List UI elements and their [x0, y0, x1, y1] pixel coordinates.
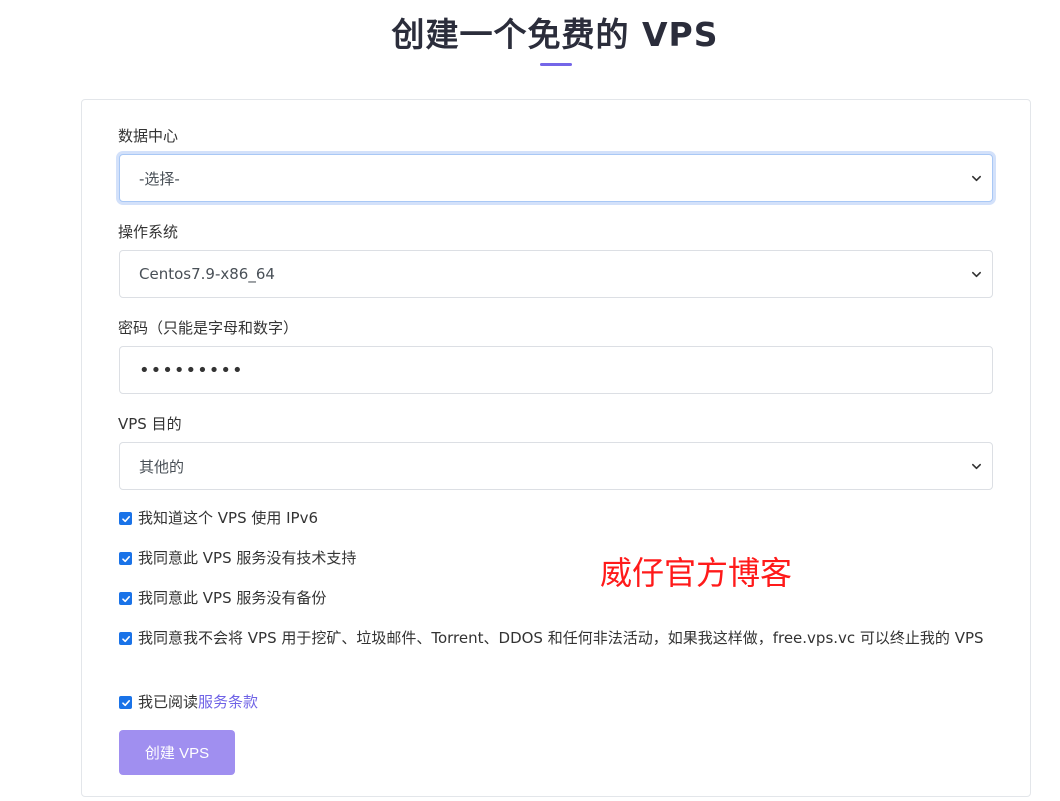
checkbox-no-backup[interactable] [119, 592, 132, 605]
check-icon [121, 555, 130, 562]
checkbox-row-terms: 我已阅读 服务条款 [119, 690, 999, 714]
chevron-down-icon [964, 251, 988, 297]
check-icon [121, 699, 130, 706]
os-label: 操作系统 [118, 223, 179, 241]
check-icon [121, 595, 130, 602]
terms-link[interactable]: 服务条款 [198, 690, 258, 714]
purpose-label: VPS 目的 [118, 415, 182, 433]
watermark-text: 威仔官方博客 [600, 554, 793, 592]
checkbox-acceptable-use[interactable] [119, 632, 132, 645]
checkbox-no-support[interactable] [119, 552, 132, 565]
checkbox-label-no-support: 我同意此 VPS 服务没有技术支持 [138, 549, 357, 567]
checkbox-terms[interactable] [119, 696, 132, 709]
checkbox-label-acceptable-use: 我同意我不会将 VPS 用于挖矿、垃圾邮件、Torrent、DDOS 和任何非法… [138, 629, 984, 647]
password-label: 密码（只能是字母和数字） [118, 319, 299, 337]
purpose-select-value: 其他的 [139, 457, 185, 476]
check-icon [121, 515, 130, 522]
checkbox-label-ipv6: 我知道这个 VPS 使用 IPv6 [138, 509, 319, 527]
checkbox-label-no-backup: 我同意此 VPS 服务没有备份 [138, 589, 327, 607]
chevron-down-icon [964, 155, 988, 201]
page-title: 创建一个免费的 VPS [391, 15, 719, 54]
checkbox-label-terms: 我已阅读 [138, 693, 199, 711]
title-underline [540, 63, 572, 66]
checkbox-row-no-support: 我同意此 VPS 服务没有技术支持 [119, 546, 999, 570]
checkbox-row-acceptable-use: 我同意我不会将 VPS 用于挖矿、垃圾邮件、Torrent、DDOS 和任何非法… [119, 626, 999, 650]
chevron-down-icon [964, 443, 988, 489]
checkbox-ipv6[interactable] [119, 512, 132, 525]
create-vps-button[interactable]: 创建 VPS [119, 730, 235, 775]
password-input[interactable]: ••••••••• [119, 346, 993, 394]
os-select-value: Centos7.9-x86_64 [139, 265, 275, 283]
datacenter-select[interactable]: -选择- [119, 154, 993, 202]
check-icon [121, 635, 130, 642]
datacenter-select-value: -选择- [139, 169, 180, 188]
os-select[interactable]: Centos7.9-x86_64 [119, 250, 993, 298]
purpose-select[interactable]: 其他的 [119, 442, 993, 490]
password-input-value: ••••••••• [139, 359, 244, 381]
checkbox-row-ipv6: 我知道这个 VPS 使用 IPv6 [119, 506, 999, 530]
datacenter-label: 数据中心 [118, 127, 179, 145]
page: 创建一个免费的 VPS 数据中心 -选择- 操作系统 Centos7.9-x86… [0, 0, 1060, 801]
checkbox-row-no-backup: 我同意此 VPS 服务没有备份 [119, 586, 999, 610]
